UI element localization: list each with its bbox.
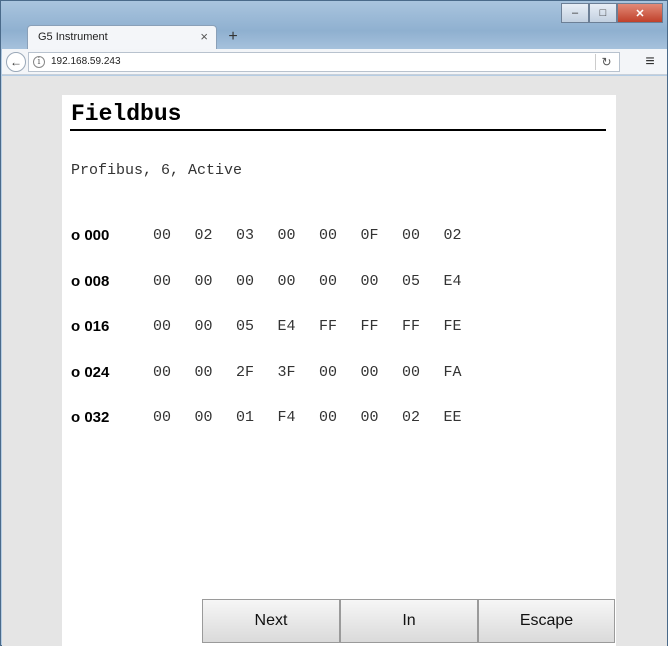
next-button[interactable]: Next [202, 599, 340, 643]
row-address: o 016 [71, 318, 110, 335]
table-cell: 00 [153, 272, 172, 290]
window-controls: – □ ✕ [561, 3, 663, 23]
table-cell: 00 [194, 318, 213, 335]
table-cell: 00 [319, 227, 338, 244]
close-tab-icon[interactable]: × [200, 29, 208, 44]
table-cell: FF [360, 318, 379, 335]
table-cell: 00 [319, 409, 338, 426]
content-panel: Fieldbus Profibus, 6, Active o 000 00 02 03… [62, 95, 616, 646]
table-cell: FA [443, 363, 462, 381]
tab-title: G5 Instrument [38, 31, 108, 43]
table-cell: 00 [153, 363, 172, 381]
table-cell: 01 [236, 409, 255, 426]
title-divider [70, 129, 606, 131]
table-cell: 00 [153, 318, 172, 335]
table-cell: 00 [360, 272, 379, 290]
table-cell: 00 [236, 272, 255, 290]
row-address: o 008 [71, 272, 110, 290]
page-title: Fieldbus [71, 101, 182, 127]
in-button[interactable]: In [340, 599, 478, 643]
maximize-icon[interactable]: □ [589, 3, 617, 23]
table-cell: 00 [153, 227, 172, 244]
hamburger-menu-icon[interactable]: ≡ [641, 53, 659, 71]
url-bar[interactable]: i 192.168.59.243 ↻ [28, 52, 620, 72]
back-arrow-icon[interactable]: ← [6, 52, 26, 72]
table-cell: 00 [360, 409, 379, 426]
table-cell: 00 [153, 409, 172, 426]
new-tab-button[interactable]: + [223, 27, 243, 47]
fieldbus-status: Profibus, 6, Active [71, 162, 243, 179]
reload-icon[interactable]: ↻ [595, 54, 617, 70]
table-cell: FF [319, 318, 338, 335]
table-cell: 00 [402, 227, 421, 244]
table-cell: 00 [277, 272, 296, 290]
navigation-bar: ← i 192.168.59.243 ↻ ≡ [2, 49, 667, 75]
table-cell: 00 [319, 363, 338, 381]
table-cell: 00 [194, 272, 213, 290]
table-cell: 00 [402, 363, 421, 381]
table-cell: 00 [194, 409, 213, 426]
table-cell: 02 [443, 227, 462, 244]
table-cell: 00 [360, 363, 379, 381]
url-text[interactable]: 192.168.59.243 [51, 56, 121, 67]
minimize-icon[interactable]: – [561, 3, 589, 23]
info-icon[interactable]: i [33, 56, 45, 68]
table-cell: EE [443, 409, 462, 426]
table-cell: 0F [360, 227, 379, 244]
page-viewport: Fieldbus Profibus, 6, Active o 000 00 02 03… [2, 76, 667, 646]
table-cell: 05 [402, 272, 421, 290]
browser-window: G5 Instrument × + – □ ✕ ← i 192.168.59.2… [0, 0, 668, 646]
row-address: o 032 [71, 409, 110, 426]
escape-button[interactable]: Escape [478, 599, 615, 643]
row-address: o 024 [71, 363, 110, 381]
table-cell: FF [402, 318, 421, 335]
table-cell: E4 [277, 318, 296, 335]
table-cell: 00 [319, 272, 338, 290]
table-cell: 05 [236, 318, 255, 335]
browser-tab[interactable]: G5 Instrument × [27, 25, 217, 49]
table-cell: 03 [236, 227, 255, 244]
row-address: o 000 [71, 227, 110, 244]
table-cell: 02 [402, 409, 421, 426]
close-icon[interactable]: ✕ [617, 3, 663, 23]
table-cell: FE [443, 318, 462, 335]
table-cell: F4 [277, 409, 296, 426]
title-bar: G5 Instrument × + – □ ✕ [1, 1, 667, 49]
table-cell: 00 [194, 363, 213, 381]
table-cell: E4 [443, 272, 462, 290]
table-cell: 00 [277, 227, 296, 244]
table-cell: 02 [194, 227, 213, 244]
table-cell: 3F [277, 363, 296, 381]
table-cell: 2F [236, 363, 255, 381]
